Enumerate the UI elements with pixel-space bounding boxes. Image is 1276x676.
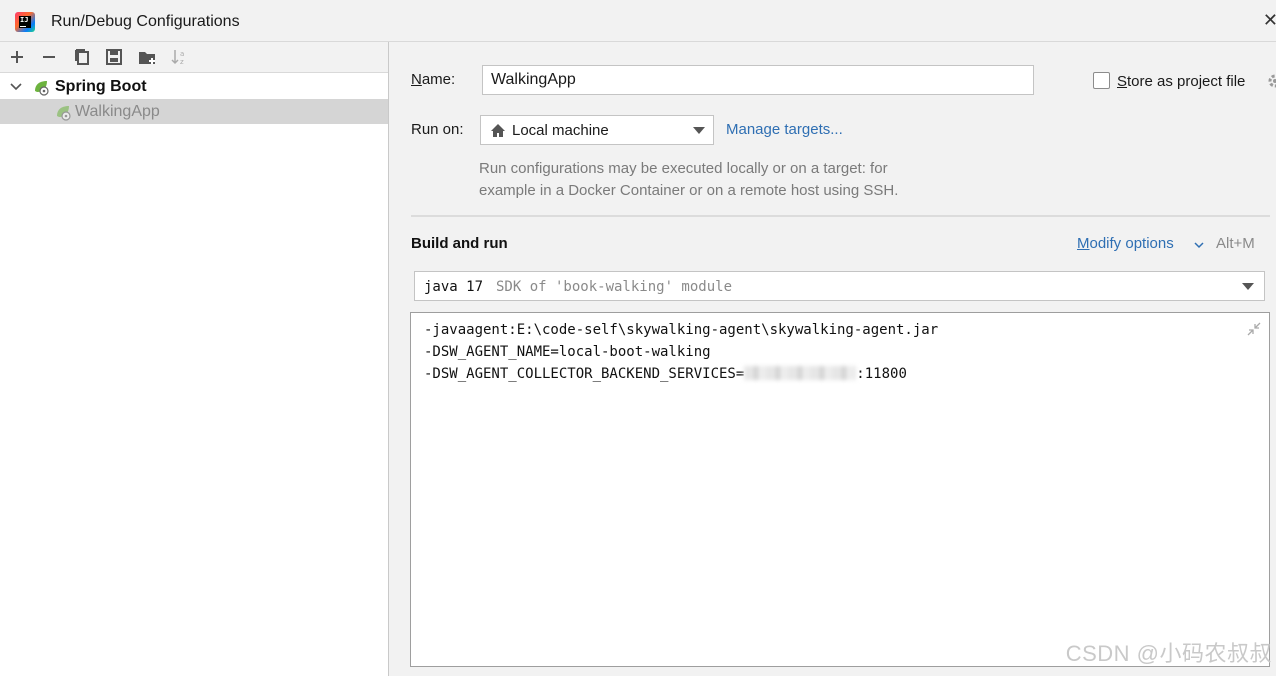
title-bar: IJ Run/Debug Configurations ✕ <box>0 0 1276 42</box>
redacted-ip <box>744 366 857 380</box>
name-input[interactable]: WalkingApp <box>482 65 1034 95</box>
copy-icon[interactable] <box>72 47 92 67</box>
watermark: CSDN @小码农叔叔 <box>1065 641 1272 666</box>
close-icon[interactable]: ✕ <box>1263 10 1276 31</box>
vm-option-line-2: -DSW_AGENT_NAME=local-boot-walking <box>424 344 711 360</box>
jre-version: java 17 <box>424 279 484 295</box>
dropdown-arrow-icon <box>693 127 705 134</box>
chevron-down-icon[interactable] <box>9 80 23 94</box>
tree-toolbar: az <box>0 42 388 73</box>
home-icon <box>491 124 505 137</box>
vm-option-line-3: -DSW_AGENT_COLLECTOR_BACKEND_SERVICES= :1… <box>424 366 907 382</box>
run-on-label: Run on: <box>411 121 464 138</box>
configurations-tree-pane: az Spring Boot WalkingApp <box>0 42 389 676</box>
configuration-editor: Name: WalkingApp Store as project file R… <box>390 42 1276 676</box>
jre-detail: SDK of 'book-walking' module <box>496 279 733 295</box>
tree-group-label: Spring Boot <box>55 78 147 95</box>
vm-options-editor[interactable]: -javaagent:E:\code-self\skywalking-agent… <box>410 312 1270 667</box>
jre-select[interactable]: java 17 SDK of 'book-walking' module <box>414 271 1265 301</box>
intellij-logo-icon: IJ <box>15 12 35 32</box>
modify-options-text: odify options <box>1089 235 1174 252</box>
name-label-text: ame: <box>421 71 456 88</box>
section-divider <box>411 215 1270 217</box>
remove-icon[interactable] <box>39 47 59 67</box>
tree-item-walkingapp[interactable]: WalkingApp <box>0 99 388 124</box>
sort-icon[interactable]: az <box>170 47 190 67</box>
store-as-project-file-checkbox[interactable] <box>1093 72 1110 89</box>
store-as-project-file-label: Store as project file <box>1117 73 1246 90</box>
vm-option-line-3-suffix: :11800 <box>856 366 907 382</box>
modify-options-link[interactable]: Modify options <box>1077 235 1174 252</box>
spring-boot-icon <box>35 81 49 96</box>
vm-option-line-1: -javaagent:E:\code-self\skywalking-agent… <box>424 322 939 338</box>
svg-text:a: a <box>180 50 184 58</box>
tree-item-label: WalkingApp <box>75 103 160 120</box>
build-and-run-title: Build and run <box>411 235 508 252</box>
gear-icon[interactable] <box>1266 72 1276 90</box>
window-title: Run/Debug Configurations <box>51 13 240 30</box>
vm-option-line-3-prefix: -DSW_AGENT_COLLECTOR_BACKEND_SERVICES= <box>424 366 745 382</box>
save-icon[interactable] <box>104 47 124 67</box>
store-label-text: tore as project file <box>1127 73 1246 90</box>
run-on-hint-line1: Run configurations may be executed local… <box>479 160 888 177</box>
run-on-select[interactable]: Local machine <box>480 115 714 145</box>
svg-text:z: z <box>180 58 184 66</box>
collapse-icon[interactable] <box>1247 322 1261 336</box>
modify-options-shortcut: Alt+M <box>1216 235 1255 252</box>
chevron-down-icon[interactable] <box>1193 240 1205 250</box>
run-on-value: Local machine <box>512 122 609 139</box>
spring-boot-config-icon <box>57 106 71 121</box>
run-on-hint-line2: example in a Docker Container or on a re… <box>479 182 899 199</box>
manage-targets-link[interactable]: Manage targets... <box>726 121 843 138</box>
new-folder-icon[interactable] <box>137 47 157 67</box>
name-label: Name: <box>411 71 456 88</box>
tree-group-spring-boot[interactable]: Spring Boot <box>0 74 388 99</box>
add-icon[interactable] <box>7 47 27 67</box>
dropdown-arrow-icon <box>1242 283 1254 290</box>
